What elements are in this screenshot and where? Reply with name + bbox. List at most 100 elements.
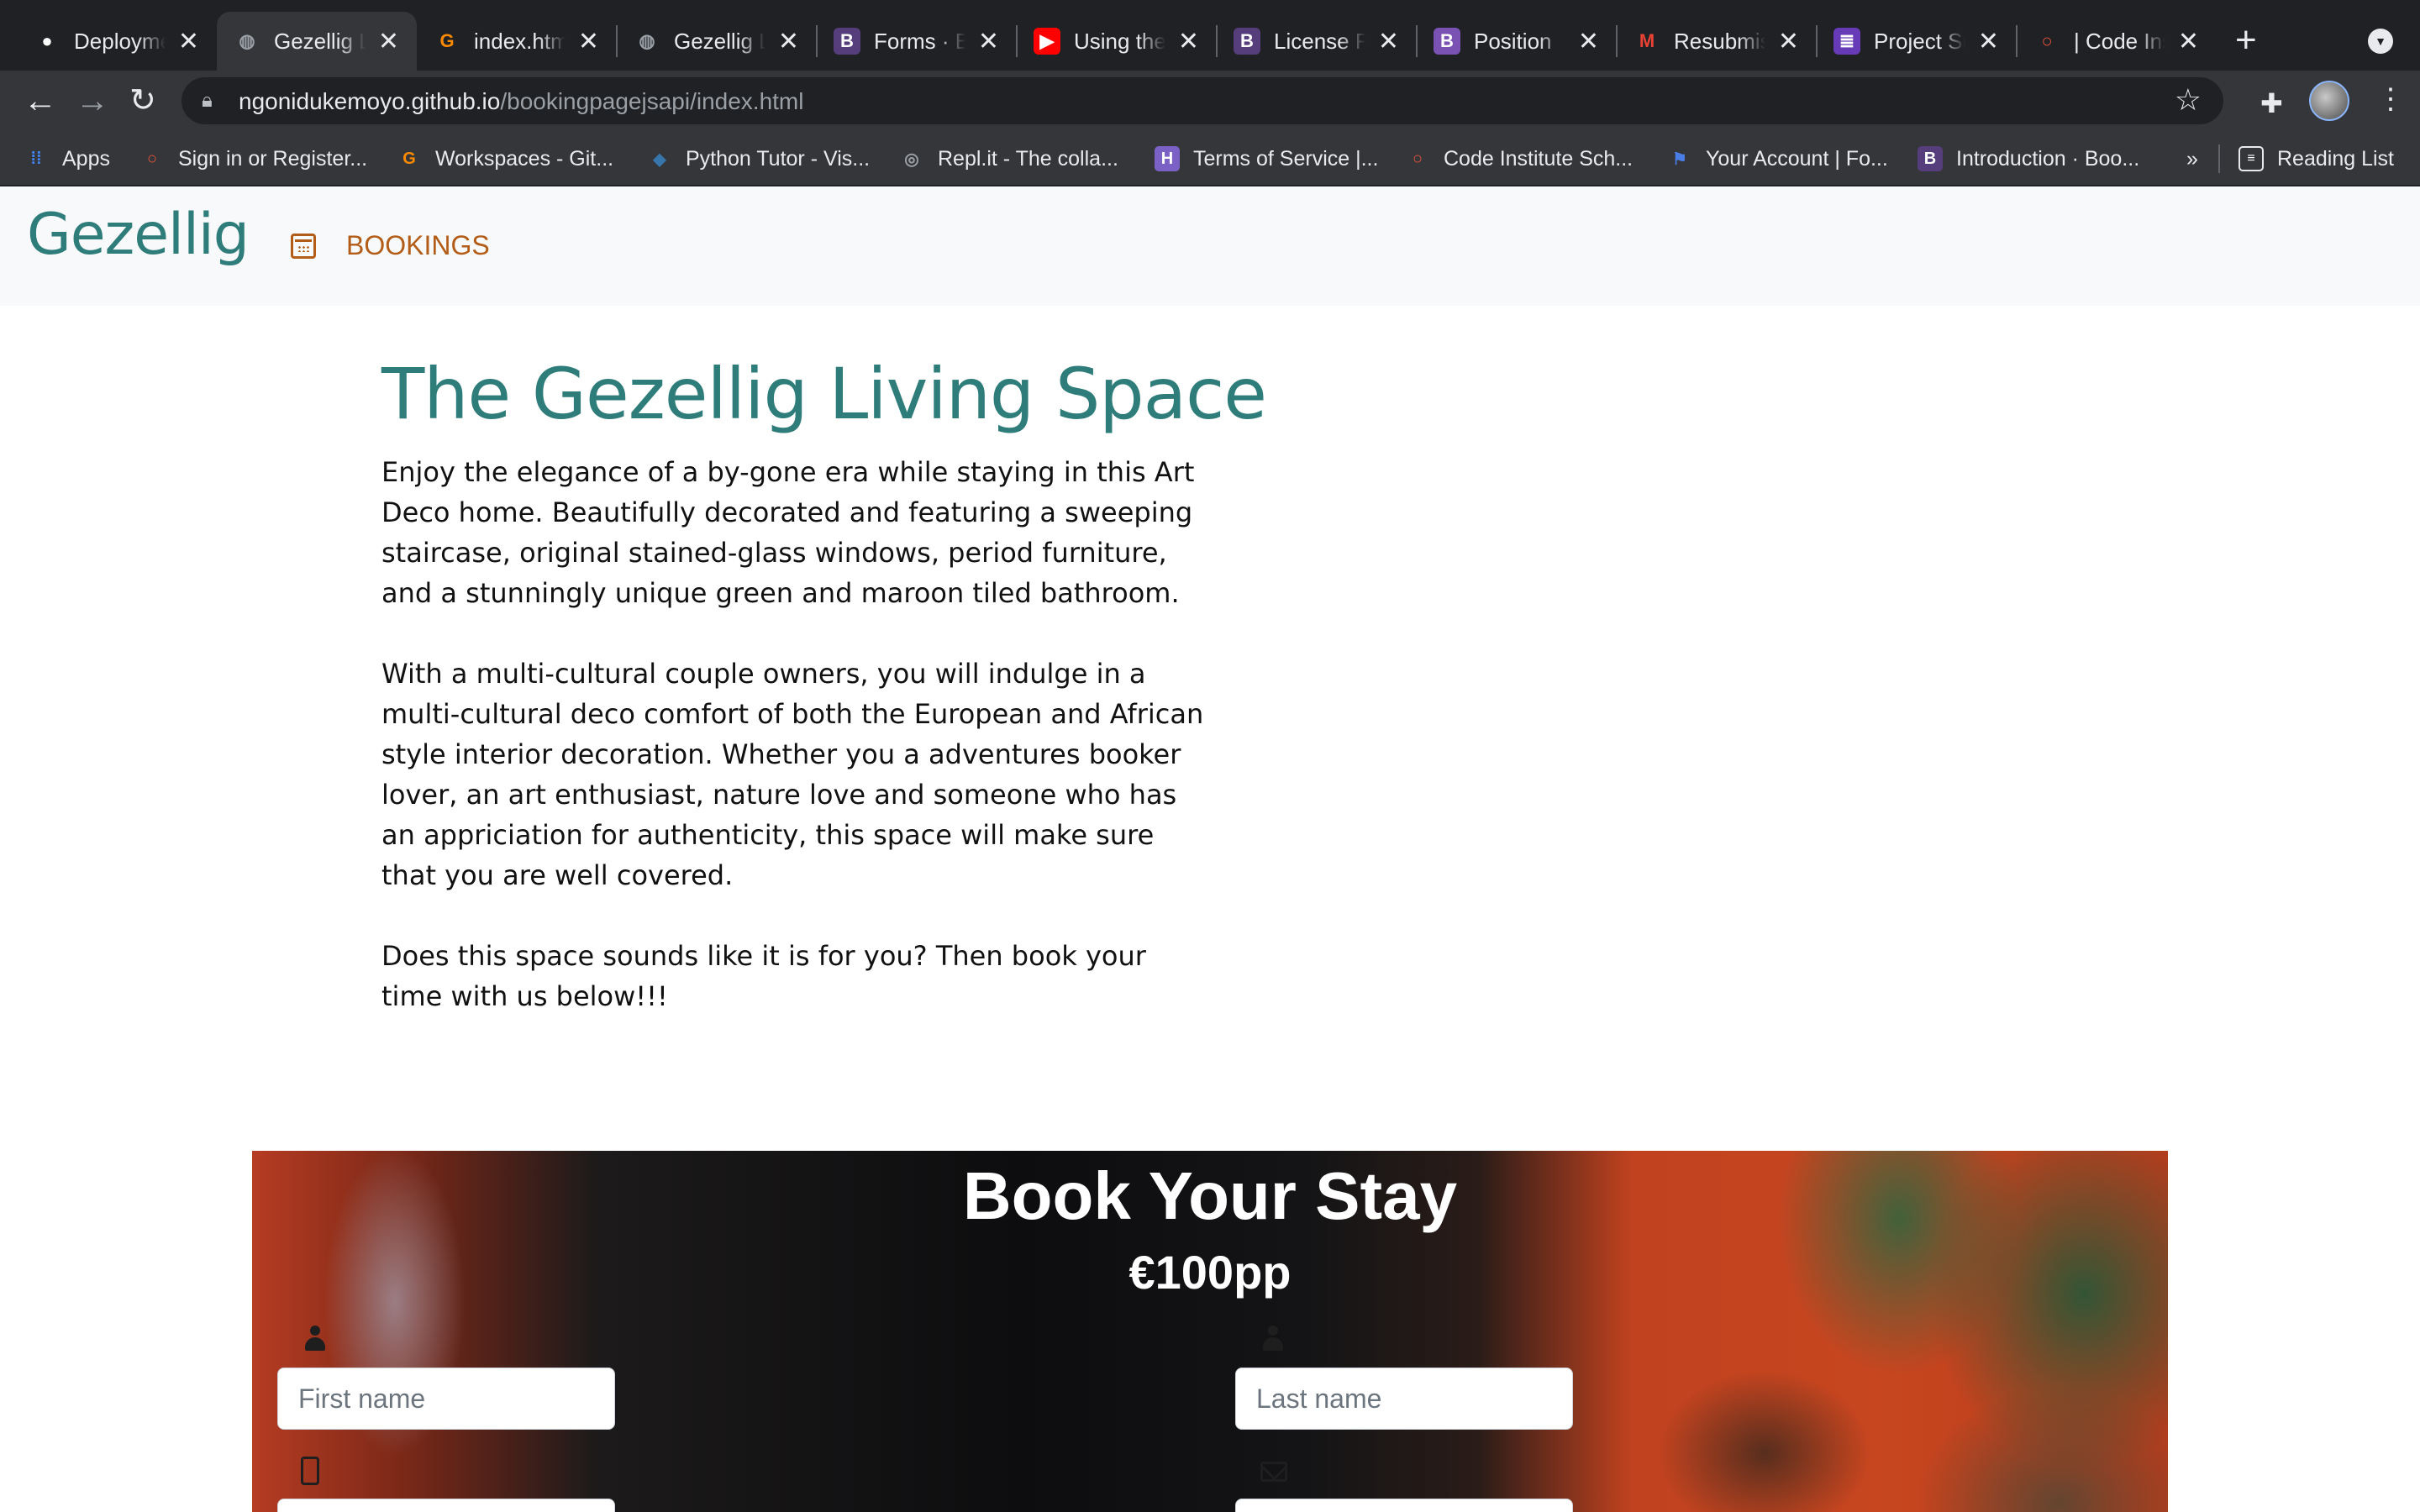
tab-separator bbox=[1816, 25, 1818, 57]
browser-tab[interactable]: B Position ✕ bbox=[1417, 12, 1617, 71]
bookmarks-bar: ⁞⁞ Apps ○ Sign in or Register... G Workspaces… bbox=[0, 131, 2420, 186]
tab-separator bbox=[816, 25, 818, 57]
close-tab-icon[interactable]: ✕ bbox=[777, 27, 800, 56]
browser-tab[interactable]: B License File ✕ bbox=[1217, 12, 1417, 71]
lock-icon: 🔒︎ bbox=[202, 89, 213, 112]
flag-icon: ⚑ bbox=[1672, 150, 1687, 169]
tab-separator bbox=[2016, 25, 2018, 57]
booking-title: Book Your Stay bbox=[962, 1158, 1458, 1233]
codeinstitute-icon: ○ bbox=[2041, 30, 2053, 51]
bookmark-item[interactable]: ○ Code Institute Sch... bbox=[1405, 143, 1633, 175]
site-navbar: Gezellig BOOKINGS bbox=[0, 186, 2420, 306]
close-tab-icon[interactable]: ✕ bbox=[1177, 27, 1200, 56]
nav-bookings-link[interactable]: BOOKINGS bbox=[291, 230, 490, 261]
user-icon bbox=[1262, 1326, 1284, 1354]
tab-separator bbox=[1016, 25, 1018, 57]
bootstrap-icon: B bbox=[1918, 146, 1943, 171]
browser-tab[interactable]: Gindex.html ✕ bbox=[417, 12, 617, 71]
browser-tab[interactable]: ◍ Gezellig Living ✕ bbox=[617, 12, 817, 71]
bookmark-item[interactable]: ◆ Python Tutor - Vis... bbox=[647, 143, 870, 175]
github-icon: ● bbox=[41, 30, 53, 51]
bookmark-label: Your Account | Fo... bbox=[1706, 146, 1888, 171]
tab-search-icon[interactable]: ▼ bbox=[2368, 29, 2393, 54]
codeinstitute-icon: ○ bbox=[1412, 149, 1423, 168]
tab-separator bbox=[616, 25, 618, 57]
bookmarks-divider bbox=[2218, 144, 2220, 173]
browser-tab[interactable]: ● Deployment ✕ bbox=[17, 12, 217, 71]
bookmark-item[interactable]: G Workspaces - Git... bbox=[397, 143, 613, 175]
nav-bookings-label: BOOKINGS bbox=[346, 230, 490, 260]
tab-title: Using the bbox=[1074, 28, 1165, 54]
bootstrap-icon: B bbox=[1434, 28, 1460, 55]
close-tab-icon[interactable]: ✕ bbox=[977, 27, 1000, 56]
calendar-icon bbox=[291, 233, 316, 259]
reading-list-button[interactable]: ≡ Reading List bbox=[2238, 143, 2394, 175]
bookmark-item[interactable]: ○ Sign in or Register... bbox=[139, 143, 367, 175]
page-title: The Gezellig Living Space bbox=[381, 353, 1267, 435]
tab-title: | Code Institute bbox=[2074, 28, 2165, 54]
brand-logo[interactable]: Gezellig bbox=[27, 202, 250, 268]
gitpod-icon: G bbox=[402, 149, 416, 168]
bookmark-item[interactable]: ⚑ Your Account | Fo... bbox=[1667, 143, 1888, 175]
close-tab-icon[interactable]: ✕ bbox=[1377, 27, 1400, 56]
bookmark-item[interactable]: ⁞⁞ Apps bbox=[24, 143, 110, 175]
gmail-icon: M bbox=[1639, 30, 1655, 51]
booking-price: €100pp bbox=[1128, 1246, 1292, 1299]
browser-tab[interactable]: M Resubmission ✕ bbox=[1617, 12, 1817, 71]
youtube-icon: ▶ bbox=[1034, 28, 1060, 55]
back-icon[interactable]: ← bbox=[24, 82, 57, 119]
globe-icon: ◍ bbox=[639, 30, 655, 51]
close-tab-icon[interactable]: ✕ bbox=[577, 27, 600, 56]
globe-icon: ◍ bbox=[239, 30, 255, 51]
tab-title: Gezellig Living bbox=[274, 28, 366, 54]
browser-toolbar: ← → ↻ 🔒︎ ngonidukemoyo.github.io/booking… bbox=[0, 71, 2420, 131]
close-tab-icon[interactable]: ✕ bbox=[1777, 27, 1800, 56]
phone-icon bbox=[301, 1457, 319, 1485]
booking-section: Book Your Stay €100pp bbox=[252, 1151, 2168, 1512]
first-name-input[interactable] bbox=[277, 1368, 615, 1430]
email-input[interactable] bbox=[1235, 1499, 1573, 1512]
bookmark-item[interactable]: H Terms of Service |... bbox=[1155, 143, 1378, 175]
reload-icon[interactable]: ↻ bbox=[129, 82, 156, 119]
python-icon: ◆ bbox=[653, 150, 666, 169]
last-name-input[interactable] bbox=[1235, 1368, 1573, 1430]
profile-avatar[interactable] bbox=[2309, 81, 2349, 121]
forward-icon[interactable]: → bbox=[76, 82, 109, 119]
phone-input[interactable] bbox=[277, 1499, 615, 1512]
url-text: ngonidukemoyo.github.io/bookingpagejsapi… bbox=[239, 88, 803, 115]
close-tab-icon[interactable]: ✕ bbox=[2177, 27, 2200, 56]
browser-tab[interactable]: ▶ Using the ✕ bbox=[1017, 12, 1217, 71]
url-path: /bookingpagejsapi/index.html bbox=[500, 88, 804, 114]
close-tab-icon[interactable]: ✕ bbox=[1577, 27, 1600, 56]
codeinstitute-icon: ○ bbox=[146, 149, 158, 168]
browser-tab[interactable]: ○ | Code Institute ✕ bbox=[2017, 12, 2217, 71]
browser-tab[interactable]: ≣ Project Submission ✕ bbox=[1817, 12, 2017, 71]
apps-grid-icon: ⁞⁞ bbox=[30, 149, 42, 168]
cta-paragraph: Does this space sounds like it is for yo… bbox=[381, 940, 1146, 1012]
bookmark-label: Repl.it - The colla... bbox=[938, 146, 1118, 171]
bookmark-star-icon[interactable]: ☆ bbox=[2175, 82, 2202, 118]
bookmark-label: Apps bbox=[62, 146, 110, 171]
browser-menu-icon[interactable]: ⋮ bbox=[2376, 82, 2405, 116]
extensions-puzzle-icon[interactable]: ✚ bbox=[2260, 87, 2283, 119]
tab-title: Gezellig Living bbox=[674, 28, 765, 54]
url-host: ngonidukemoyo.github.io bbox=[239, 88, 501, 114]
tab-title: License File bbox=[1274, 28, 1365, 54]
forms-icon: ≣ bbox=[1833, 28, 1860, 55]
owners-paragraph: With a multi-cultural couple owners, you… bbox=[381, 658, 1204, 891]
bookmark-label: Introduction · Boo... bbox=[1956, 146, 2140, 171]
tab-title: index.html bbox=[474, 28, 566, 54]
new-tab-button[interactable]: + bbox=[2235, 22, 2257, 59]
bookmark-item[interactable]: ◎ Repl.it - The colla... bbox=[899, 143, 1118, 175]
browser-tab[interactable]: ◍ Gezellig Living ✕ bbox=[217, 12, 417, 71]
tab-title: Resubmission bbox=[1674, 28, 1765, 54]
address-bar[interactable]: 🔒︎ ngonidukemoyo.github.io/bookingpagejs… bbox=[182, 77, 2223, 124]
bookmark-item[interactable]: B Introduction · Boo... bbox=[1918, 143, 2139, 175]
close-tab-icon[interactable]: ✕ bbox=[177, 27, 200, 56]
more-bookmarks-button[interactable]: » bbox=[2186, 143, 2198, 175]
close-tab-icon[interactable]: ✕ bbox=[377, 27, 400, 56]
bookmark-label: Sign in or Register... bbox=[178, 146, 368, 171]
browser-tab[interactable]: B Forms · Bootstrap ✕ bbox=[817, 12, 1017, 71]
bookmark-label: Workspaces - Git... bbox=[435, 146, 614, 171]
close-tab-icon[interactable]: ✕ bbox=[1977, 27, 2000, 56]
